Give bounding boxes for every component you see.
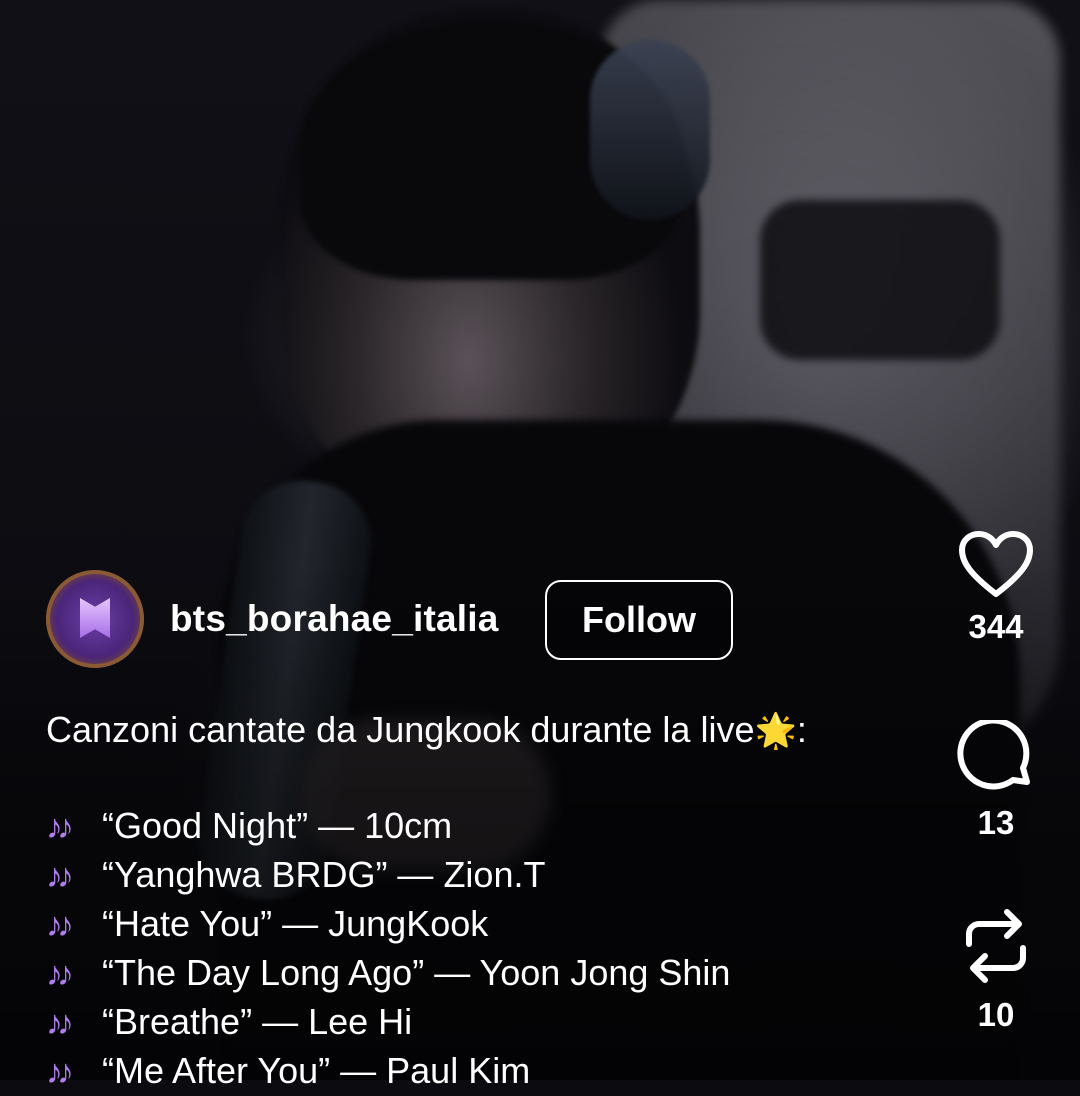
follow-button[interactable]: Follow — [545, 580, 733, 660]
song-line: ♪♪ “Hate You” — JungKook — [46, 900, 926, 949]
song-line: ♪♪ “Breathe” — Lee Hi — [46, 998, 926, 1047]
comment-button[interactable] — [957, 720, 1035, 796]
song-line: ♪♪ “The Day Long Ago” — Yoon Jong Shin — [46, 949, 926, 998]
song-text: “Good Night” — 10cm — [102, 805, 453, 846]
username[interactable]: bts_borahae_italia — [170, 598, 499, 640]
repost-count: 10 — [977, 996, 1015, 1033]
song-text: “Breathe” — Lee Hi — [102, 1001, 413, 1042]
musical-notes-icon: ♪♪ — [46, 1053, 74, 1091]
sparkle-star-icon: 🌟 — [754, 712, 797, 750]
chair-strap — [760, 200, 1000, 360]
caption-intro-text: Canzoni cantate da Jungkook durante la l… — [46, 709, 755, 750]
like-count: 344 — [968, 608, 1024, 645]
like-button[interactable] — [958, 530, 1034, 600]
song-text: “Me After You” — Paul Kim — [102, 1050, 531, 1091]
song-text: “Yanghwa BRDG” — Zion.T — [102, 854, 546, 895]
repost-action: 10 — [946, 904, 1046, 1034]
musical-notes-icon: ♪♪ — [46, 906, 74, 944]
repost-icon — [966, 909, 1026, 983]
caption-intro: Canzoni cantate da Jungkook durante la l… — [46, 706, 926, 755]
comment-count: 13 — [977, 804, 1015, 841]
song-text: “The Day Long Ago” — Yoon Jong Shin — [102, 952, 731, 993]
headphone — [590, 40, 710, 220]
post-caption[interactable]: Canzoni cantate da Jungkook durante la l… — [46, 706, 926, 1096]
musical-notes-icon: ♪♪ — [46, 1004, 74, 1042]
musical-notes-icon: ♪♪ — [46, 955, 74, 993]
song-line: ♪♪ “Yanghwa BRDG” — Zion.T — [46, 851, 926, 900]
song-line: ♪♪ “Me After You” — Paul Kim — [46, 1047, 926, 1096]
song-line: ♪♪ “Good Night” — 10cm — [46, 802, 926, 851]
musical-notes-icon: ♪♪ — [46, 857, 74, 895]
repost-button[interactable] — [961, 904, 1031, 988]
comment-bubble-icon — [957, 720, 1030, 790]
avatar[interactable] — [46, 570, 144, 668]
heart-icon — [959, 531, 1033, 597]
author-row: bts_borahae_italia — [46, 570, 499, 668]
song-text: “Hate You” — JungKook — [102, 903, 489, 944]
musical-notes-icon: ♪♪ — [46, 808, 74, 846]
comment-action: 13 — [946, 720, 1046, 842]
caption-intro-suffix: : — [796, 709, 807, 750]
bts-logo-icon — [80, 598, 110, 638]
like-action: 344 — [946, 530, 1046, 646]
